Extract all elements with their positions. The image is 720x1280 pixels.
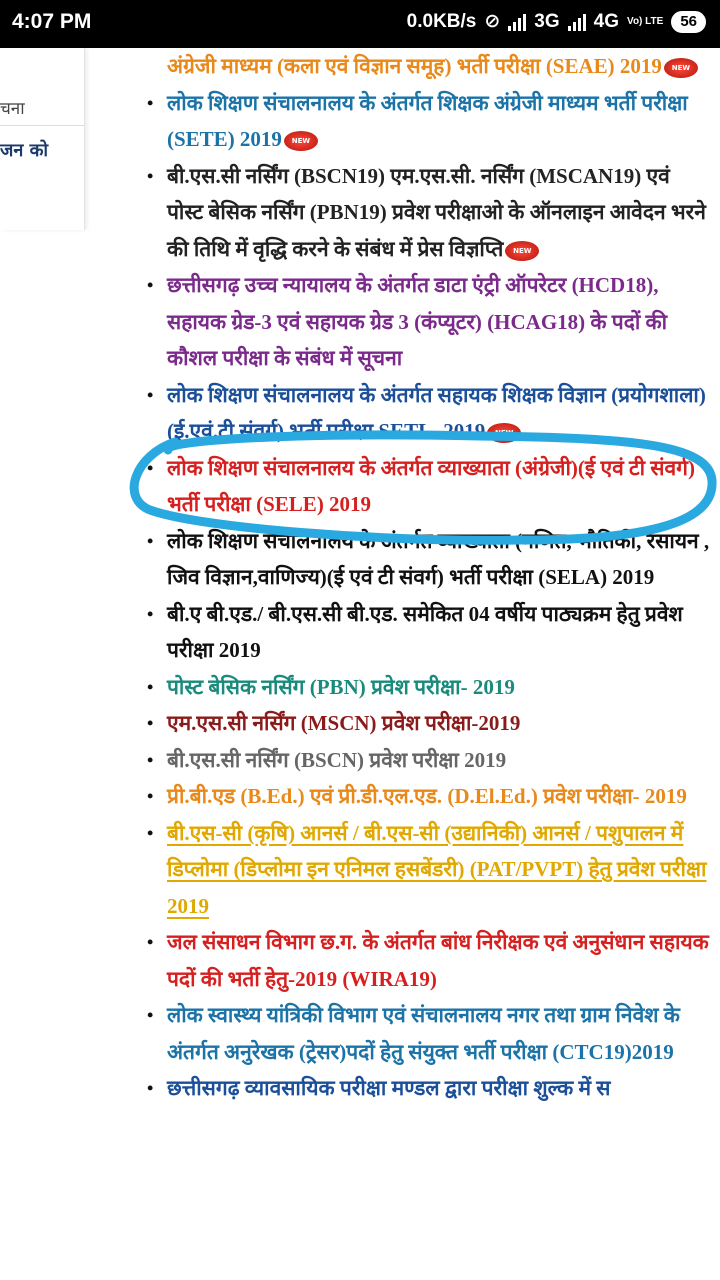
notice-link[interactable]: बी.एस.सी नर्सिंग (BSCN19) एम.एस.सी. नर्स… [167,164,706,261]
side-panel[interactable]: चना जन को [0,48,85,230]
bullet-icon: • [147,1005,154,1025]
new-badge-icon: NEW [283,131,318,152]
clock: 4:07 PM [12,10,92,33]
bullet-icon: • [147,822,154,843]
network-type-1: 3G [534,10,560,32]
notice-link[interactable]: छत्तीसगढ़ व्यावसायिक परीक्षा मण्डल द्वार… [167,1076,610,1100]
notice-link[interactable]: बी.ए बी.एड./ बी.एस.सी बी.एड. समेकित 04 व… [167,602,683,663]
notice-link[interactable]: एम.एस.सी नर्सिंग (MSCN) प्रवेश परीक्षा-2… [167,711,520,735]
bullet-icon: • [147,457,154,478]
notice-item[interactable]: • जल संसाधन विभाग छ.ग. के अंतर्गत बांध नि… [140,924,710,997]
notice-item[interactable]: • एम.एस.सी नर्सिंग (MSCN) प्रवेश परीक्षा-… [140,705,710,742]
notice-link[interactable]: बी.एस.सी नर्सिंग (BSCN) प्रवेश परीक्षा 2… [167,748,506,772]
notice-link[interactable]: पोस्ट बेसिक नर्सिंग (PBN) प्रवेश परीक्षा… [167,675,515,699]
new-badge-icon: NEW [487,423,522,444]
bullet-icon: • [147,530,154,551]
signal-icon-2 [567,13,586,31]
notice-link[interactable]: लोक शिक्षण संचालनालय के अंतर्गत शिक्षक अ… [167,91,688,152]
bullet-icon: • [147,165,154,186]
notice-item[interactable]: • प्री.बी.एड (B.Ed.) एवं प्री.डी.एल.एड. (… [140,778,710,815]
notice-link[interactable]: लोक शिक्षण संचालनालय के अंतर्गत व्याख्या… [167,456,695,517]
bullet-icon: • [147,384,154,405]
notice-list-container: • अंग्रेजी माध्यम (कला एवं विज्ञान समूह) … [140,48,710,1107]
bullet-icon: • [147,786,154,806]
notice-link[interactable]: लोक शिक्षण संचालनालय के अंतर्गत व्याख्या… [167,529,709,590]
new-badge-icon: NEW [505,240,540,261]
notice-list: • अंग्रेजी माध्यम (कला एवं विज्ञान समूह) … [140,48,710,1107]
notice-item[interactable]: • बी.एस-सी (कृषि) आनर्स / बी.एस-सी (उद्या… [140,815,710,925]
divider [0,125,84,126]
notice-item[interactable]: • लोक शिक्षण संचालनालय के अंतर्गत सहायक श… [140,377,710,450]
status-icons: 0.0KB/s ⊘ 3G 4G Vo) LTE 56 [407,10,706,33]
notice-item[interactable]: • लोक शिक्षण संचालनालय के अंतर्गत व्याख्य… [140,523,710,596]
notice-item[interactable]: • पोस्ट बेसिक नर्सिंग (PBN) प्रवेश परीक्ष… [140,669,710,706]
volte-icon: Vo) LTE [627,15,664,27]
notice-item[interactable]: • लोक शिक्षण संचालनालय के अंतर्गत व्याख्य… [140,450,710,523]
network-type-2: 4G [593,10,620,32]
notice-link[interactable]: बी.एस-सी (कृषि) आनर्स / बी.एस-सी (उद्यान… [167,821,706,918]
notice-item[interactable]: • बी.एस.सी नर्सिंग (BSCN) प्रवेश परीक्षा … [140,742,710,779]
notice-link[interactable]: अंग्रेजी माध्यम (कला एवं विज्ञान समूह) भ… [167,54,662,78]
bullet-icon: • [147,1078,154,1098]
battery-icon: 56 [671,10,706,33]
notice-link[interactable]: छत्तीसगढ़ उच्च न्यायालय के अंतर्गत डाटा … [167,273,667,370]
side-panel-item[interactable]: जन को [0,138,48,162]
bullet-icon: • [147,603,154,624]
bullet-icon: • [147,713,154,733]
status-bar: 4:07 PM 0.0KB/s ⊘ 3G 4G Vo) LTE 56 [0,0,720,48]
bullet-icon: • [147,932,154,952]
notice-item[interactable]: • लोक स्वास्थ्य यांत्रिकी विभाग एवं संचाल… [140,997,710,1070]
side-panel-item[interactable]: चना [0,96,25,119]
notice-link[interactable]: लोक स्वास्थ्य यांत्रिकी विभाग एवं संचालन… [167,1003,680,1064]
notice-item[interactable]: • बी.ए बी.एड./ बी.एस.सी बी.एड. समेकित 04 … [140,596,710,669]
bullet-icon: • [147,676,154,697]
notice-link[interactable]: प्री.बी.एड (B.Ed.) एवं प्री.डी.एल.एड. (D… [167,784,687,808]
notice-item[interactable]: • छत्तीसगढ़ उच्च न्यायालय के अंतर्गत डाटा… [140,267,710,377]
notice-item[interactable]: • बी.एस.सी नर्सिंग (BSCN19) एम.एस.सी. नर्… [140,158,710,268]
notice-link[interactable]: लोक शिक्षण संचालनालय के अंतर्गत सहायक शि… [167,383,706,444]
notice-item[interactable]: • लोक शिक्षण संचालनालय के अंतर्गत शिक्षक … [140,85,710,158]
notice-item[interactable]: •अंग्रेजी माध्यम (कला एवं विज्ञान समूह) … [140,48,710,85]
notice-link[interactable]: जल संसाधन विभाग छ.ग. के अंतर्गत बांध निर… [167,930,709,991]
new-badge-icon: NEW [663,58,698,79]
network-speed: 0.0KB/s [406,10,477,32]
notice-item[interactable]: • छत्तीसगढ़ व्यावसायिक परीक्षा मण्डल द्वा… [140,1070,710,1107]
bullet-icon: • [147,92,154,113]
bullet-icon: • [147,749,154,770]
mute-icon: ⊘ [484,11,501,32]
bullet-icon: • [147,275,154,295]
signal-icon [508,13,527,31]
